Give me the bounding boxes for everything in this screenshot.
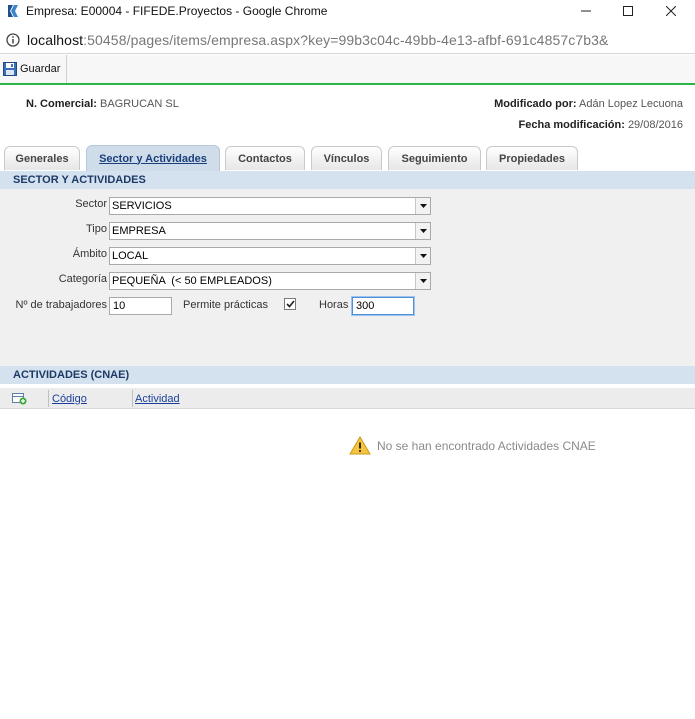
save-label: Guardar [20,63,61,75]
tab-seguimiento[interactable]: Seguimiento [388,146,481,170]
horas-label: Horas [319,299,349,311]
practicas-checkbox[interactable] [284,298,296,310]
close-button[interactable] [655,0,687,22]
empty-activities-message: No se han encontrado Actividades CNAE [349,436,596,455]
ambito-value: LOCAL [112,250,149,262]
maximize-icon [623,6,633,16]
categoria-dropdown-button[interactable] [415,273,430,289]
tipo-dropdown-button[interactable] [415,223,430,239]
window-titlebar: Empresa: E00004 - FIFEDE.Proyectos - Goo… [0,0,695,22]
sector-section-header: SECTOR Y ACTIVIDADES [0,171,695,189]
sector-form: Sector SERVICIOS Tipo EMPRESA Ámbito LOC… [0,189,695,367]
tab-propiedades[interactable]: Propiedades [486,146,578,170]
tab-sector-actividades[interactable]: Sector y Actividades [86,145,220,171]
sector-label: Sector [75,198,107,210]
checkmark-icon [285,300,295,308]
tipo-select[interactable]: EMPRESA [109,222,431,240]
warning-icon [349,436,371,455]
actividades-grid-header: Código Actividad [0,388,695,409]
toolbar: Guardar [0,55,695,85]
sector-dropdown-button[interactable] [415,198,430,214]
url-text[interactable]: localhost:50458/pages/items/empresa.aspx… [27,32,608,48]
minimize-button[interactable] [570,0,602,22]
column-actividad[interactable]: Actividad [135,388,180,409]
app-logo-icon [8,5,18,17]
tab-strip: Generales Sector y Actividades Contactos… [0,145,695,171]
modificado-por-label: Modificado por: [494,98,577,110]
add-activity-button[interactable] [12,388,27,409]
tab-contactos[interactable]: Contactos [225,146,305,170]
column-codigo[interactable]: Código [52,388,87,409]
nombre-comercial: N. Comercial: BAGRUCAN SL [26,98,179,110]
chevron-down-icon [419,229,427,233]
tipo-value: EMPRESA [112,225,166,237]
save-button[interactable]: Guardar [0,55,68,83]
ambito-select[interactable]: LOCAL [109,247,431,265]
add-row-icon [12,393,27,405]
maximize-button[interactable] [612,0,644,22]
categoria-value: PEQUEÑA (< 50 EMPLEADOS) [112,275,272,287]
ambito-dropdown-button[interactable] [415,248,430,264]
actividades-section-header: ACTIVIDADES (CNAE) [0,366,695,384]
chevron-down-icon [419,279,427,283]
url-path: :50458/pages/items/empresa.aspx?key=99b3… [83,31,609,48]
save-icon [3,62,17,76]
column-separator [132,390,133,407]
nombre-comercial-label: N. Comercial: [26,98,97,110]
fecha-modificacion-value: 29/08/2016 [627,119,683,131]
minimize-icon [581,10,591,12]
trabajadores-input[interactable]: 10 [109,297,172,315]
empty-message-text: No se han encontrado Actividades CNAE [377,438,596,453]
fecha-modificacion-label: Fecha modificación: [518,119,625,131]
sector-select[interactable]: SERVICIOS [109,197,431,215]
trabajadores-label: Nº de trabajadores [15,299,107,311]
tab-generales[interactable]: Generales [4,146,80,170]
close-icon [666,6,676,16]
window-title: Empresa: E00004 - FIFEDE.Proyectos - Goo… [26,4,328,18]
column-separator [48,390,49,407]
info-icon[interactable] [6,32,20,47]
fecha-modificacion: Fecha modificación: 29/08/2016 [519,119,683,131]
horas-input[interactable]: 300 [352,297,414,315]
sector-value: SERVICIOS [112,200,172,212]
modificado-por-value: Adán Lopez Lecuona [579,98,683,110]
ambito-label: Ámbito [72,248,107,260]
url-host: localhost [27,31,84,48]
address-bar[interactable]: localhost:50458/pages/items/empresa.aspx… [0,26,695,54]
tab-vinculos[interactable]: Vínculos [311,146,382,170]
practicas-label: Permite prácticas [183,299,268,311]
nombre-comercial-value: BAGRUCAN SL [99,98,179,110]
modificado-por: Modificado por: Adán Lopez Lecuona [494,98,683,110]
chevron-down-icon [419,254,427,258]
categoria-select[interactable]: PEQUEÑA (< 50 EMPLEADOS) [109,272,431,290]
chevron-down-icon [419,204,427,208]
categoria-label: Categoría [58,273,107,285]
tipo-label: Tipo [86,223,107,235]
